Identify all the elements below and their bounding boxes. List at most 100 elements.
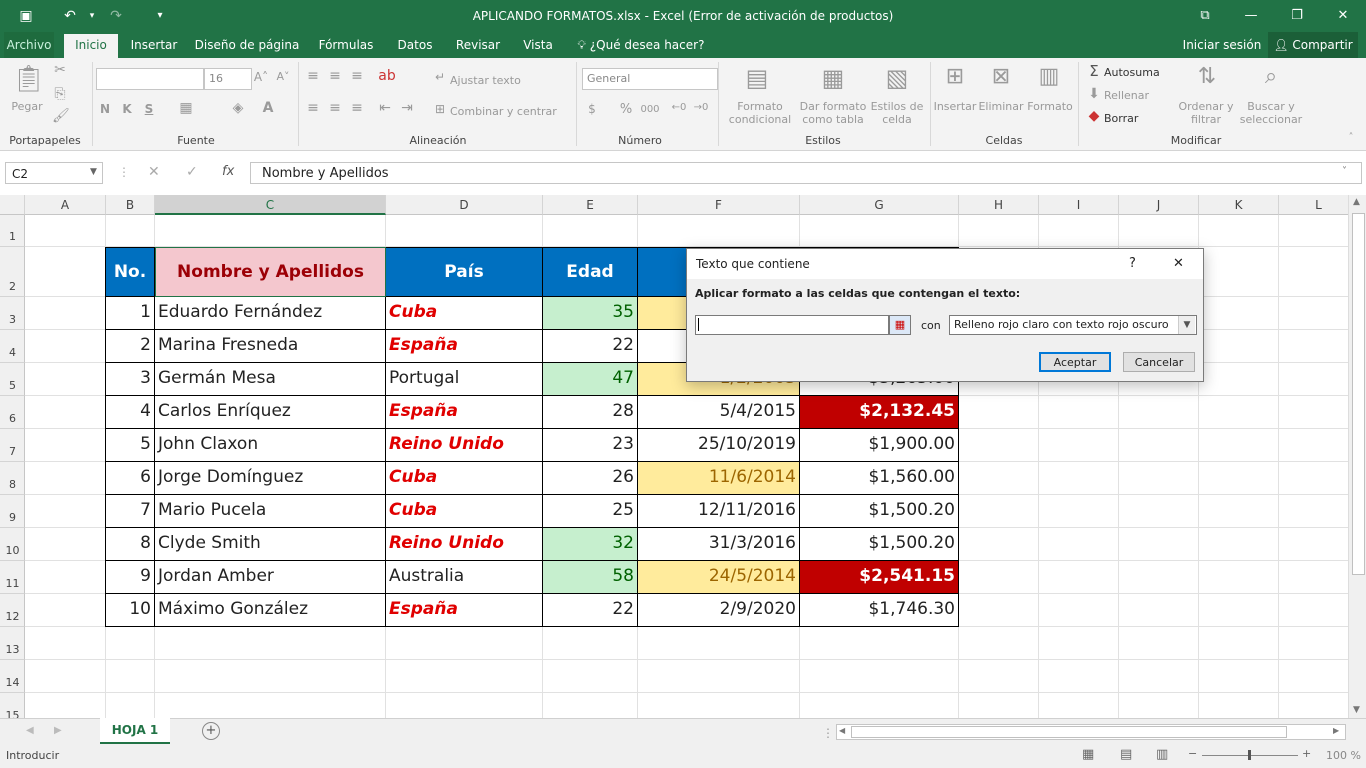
cell-edad[interactable]: 28 [543, 396, 638, 429]
cell-no[interactable]: 8 [105, 528, 155, 561]
cell-monto[interactable]: $2,541.15 [800, 561, 959, 594]
borders-icon[interactable]: ▦ [176, 100, 196, 116]
split-handle-icon[interactable]: ⋮ [822, 726, 834, 740]
sheet-tab-hoja1[interactable]: HOJA 1 [100, 718, 170, 745]
cell-edad[interactable]: 26 [543, 462, 638, 495]
align-top-icon[interactable]: ≡ [304, 68, 322, 84]
cell-no[interactable]: 7 [105, 495, 155, 528]
paste-button[interactable]: Pegar [6, 100, 48, 113]
tab-revisar[interactable]: Revisar [450, 32, 506, 58]
column-header-h[interactable]: H [959, 195, 1039, 215]
column-header-g[interactable]: G [800, 195, 959, 215]
cell-fecha[interactable]: 24/5/2014 [638, 561, 800, 594]
scroll-right-icon[interactable]: ▶ [1333, 726, 1339, 735]
grow-font-icon[interactable]: A˄ [252, 70, 270, 84]
ribbon-display-icon[interactable]: ⧉ [1182, 4, 1228, 28]
row-header-12[interactable]: 12 [0, 594, 25, 627]
next-sheet-icon[interactable]: ▶ [54, 725, 62, 736]
cell-no[interactable]: 3 [105, 363, 155, 396]
increase-indent-icon[interactable]: ⇥ [398, 100, 416, 116]
column-header-f[interactable]: F [638, 195, 800, 215]
clipboard-icon[interactable]: 📋︎ [12, 64, 45, 94]
scroll-left-icon[interactable]: ◀ [839, 726, 845, 735]
tab-insertar[interactable]: Insertar [126, 32, 182, 58]
zoom-in-icon[interactable]: + [1302, 747, 1311, 760]
font-size-box[interactable]: 16 [204, 68, 252, 90]
cell-name[interactable]: Máximo González [155, 594, 386, 627]
underline-button[interactable]: S [142, 102, 156, 116]
insert-cells-button[interactable]: Insertar [932, 100, 978, 113]
tell-me-box[interactable]: 💡︎ ¿Qué desea hacer? [576, 32, 706, 58]
percent-button[interactable]: % [618, 102, 634, 117]
row-header-4[interactable]: 4 [0, 330, 25, 363]
format-cells-button[interactable]: Formato [1026, 100, 1074, 113]
row-header-8[interactable]: 8 [0, 462, 25, 495]
cell-name[interactable]: Eduardo Fernández [155, 297, 386, 330]
cell-edad[interactable]: 22 [543, 594, 638, 627]
header-cell-no[interactable]: No. [105, 247, 155, 297]
cell-monto[interactable]: $1,500.20 [800, 495, 959, 528]
cell-name[interactable]: Jordan Amber [155, 561, 386, 594]
row-header-1[interactable]: 1 [0, 215, 25, 247]
find-select-button[interactable]: Buscar y seleccionar [1238, 100, 1304, 126]
fill-button[interactable]: Rellenar [1104, 89, 1164, 102]
cell-fecha[interactable]: 5/4/2015 [638, 396, 800, 429]
cell-monto[interactable]: $1,746.30 [800, 594, 959, 627]
row-header-2[interactable]: 2 [0, 247, 25, 297]
tab-vista[interactable]: Vista [516, 32, 560, 58]
minimize-icon[interactable]: — [1228, 4, 1274, 28]
cell-edad[interactable]: 35 [543, 297, 638, 330]
tab-diseno-pagina[interactable]: Diseño de página [192, 32, 302, 58]
cell-no[interactable]: 1 [105, 297, 155, 330]
collapse-range-icon[interactable]: ▦ [889, 315, 911, 335]
cut-icon[interactable]: ✂ [52, 62, 68, 78]
confirm-entry-icon[interactable]: ✓ [186, 164, 198, 180]
tab-inicio[interactable]: Inicio [64, 34, 118, 58]
vertical-scrollbar[interactable]: ▲ ▼ [1348, 195, 1366, 718]
page-layout-icon[interactable]: ▤ [1120, 747, 1132, 762]
vertical-scroll-thumb[interactable] [1352, 213, 1365, 575]
close-window-icon[interactable]: ✕ [1320, 4, 1366, 28]
cell-monto[interactable]: $1,560.00 [800, 462, 959, 495]
share-button[interactable]: 👤︎ Compartir [1268, 32, 1358, 58]
increase-decimal-icon[interactable]: ←0 [670, 102, 688, 113]
column-header-b[interactable]: B [106, 195, 155, 215]
zoom-level[interactable]: 100 % [1326, 749, 1361, 762]
cell-fecha[interactable]: 2/9/2020 [638, 594, 800, 627]
scroll-down-icon[interactable]: ▼ [1353, 705, 1360, 715]
shrink-font-icon[interactable]: A˅ [274, 70, 292, 83]
add-sheet-icon[interactable]: + [202, 722, 220, 740]
tab-archivo[interactable]: Archivo [4, 32, 54, 58]
font-color-icon[interactable]: A [258, 100, 278, 116]
insert-function-icon[interactable]: fx [222, 164, 234, 179]
align-center-icon[interactable]: ≡ [326, 100, 344, 116]
italic-button[interactable]: K [120, 102, 134, 116]
cell-monto[interactable]: $1,900.00 [800, 429, 959, 462]
number-format-box[interactable]: General [582, 68, 718, 90]
table-format-button[interactable]: Dar formato como tabla [798, 100, 868, 126]
select-all-corner[interactable] [0, 195, 25, 215]
cancel-button[interactable]: Cancelar [1123, 352, 1195, 372]
align-middle-icon[interactable]: ≡ [326, 68, 344, 84]
cell-pais[interactable]: Cuba [386, 495, 543, 528]
cell-pais[interactable]: España [386, 396, 543, 429]
cell-monto[interactable]: $2,132.45 [800, 396, 959, 429]
cell-fecha[interactable]: 12/11/2016 [638, 495, 800, 528]
wrap-text-button[interactable]: Ajustar texto [450, 74, 530, 87]
header-cell-pais[interactable]: País [386, 247, 543, 297]
cell-pais[interactable]: España [386, 594, 543, 627]
decrease-indent-icon[interactable]: ⇤ [376, 100, 394, 116]
column-header-k[interactable]: K [1199, 195, 1279, 215]
row-header-3[interactable]: 3 [0, 297, 25, 330]
font-name-box[interactable] [96, 68, 204, 90]
row-header-6[interactable]: 6 [0, 396, 25, 429]
cell-pais[interactable]: Portugal [386, 363, 543, 396]
column-header-j[interactable]: J [1119, 195, 1199, 215]
dialog-close-icon[interactable]: ✕ [1173, 249, 1184, 279]
cell-name[interactable]: Germán Mesa [155, 363, 386, 396]
fill-color-icon[interactable]: ◈ [228, 100, 248, 116]
column-header-l[interactable]: L [1279, 195, 1348, 215]
row-header-7[interactable]: 7 [0, 429, 25, 462]
cell-fecha[interactable]: 11/6/2014 [638, 462, 800, 495]
autosum-button[interactable]: Autosuma [1104, 66, 1174, 79]
